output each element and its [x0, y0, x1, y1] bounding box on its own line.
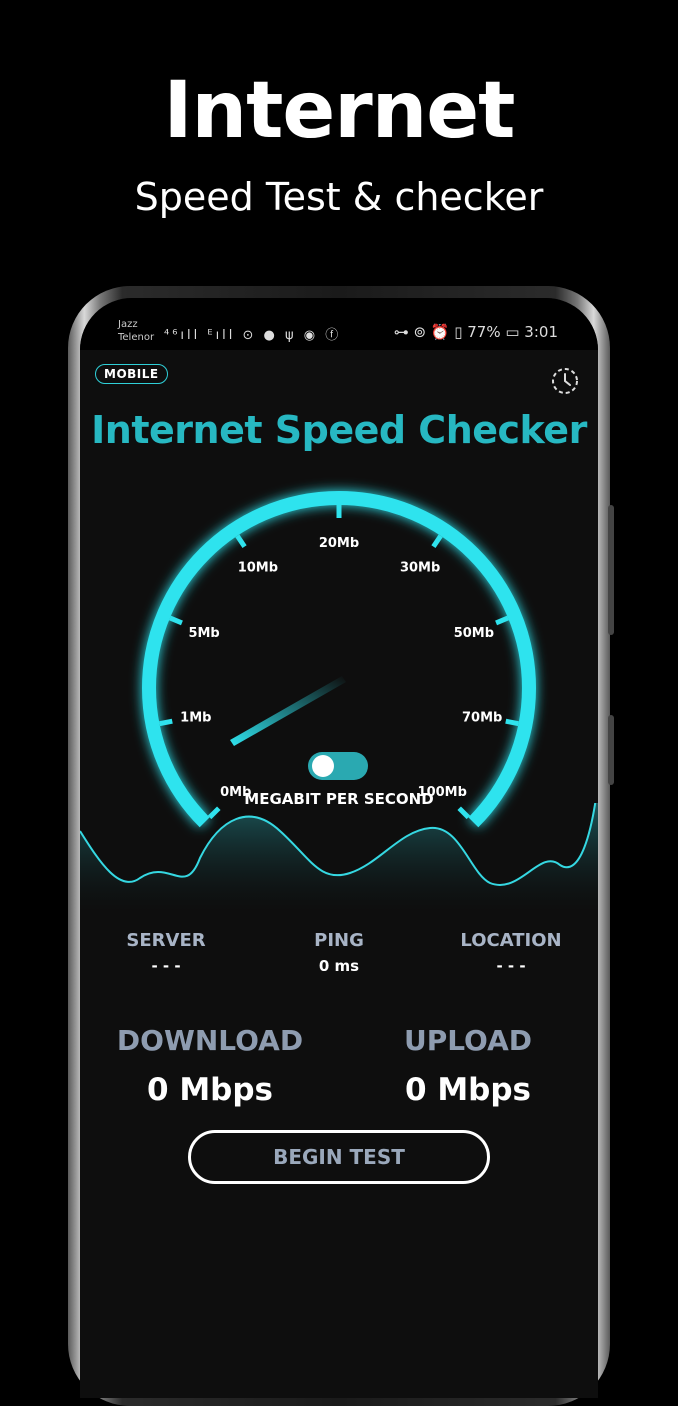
- gauge-tick: [168, 615, 183, 626]
- status-bar: Jazz Telenor ⁴⁶ıll ᴱıll ⊙ ● ψ ◉ ⓕ ⊶ ⊚ ⏰ …: [80, 298, 598, 350]
- upload-label: UPLOAD: [403, 1024, 533, 1057]
- begin-test-button[interactable]: BEGIN TEST: [188, 1130, 490, 1184]
- upload-value: 0 Mbps: [404, 1072, 532, 1108]
- history-clock-icon[interactable]: [550, 366, 580, 396]
- server-label: SERVER: [126, 930, 206, 951]
- status-icons-right: ⊶ ⊚ ⏰ ▯ 77% ▭ 3:01: [393, 323, 558, 341]
- gauge-tick: [431, 534, 443, 549]
- app-title: Internet Speed Checker: [91, 408, 587, 452]
- app-screen: Jazz Telenor ⁴⁶ıll ᴱıll ⊙ ● ψ ◉ ⓕ ⊶ ⊚ ⏰ …: [80, 298, 598, 1398]
- carrier-names: Jazz Telenor: [118, 318, 154, 344]
- location-label: LOCATION: [460, 930, 562, 951]
- network-type-badge[interactable]: MOBILE: [95, 364, 168, 384]
- toggle-knob[interactable]: [312, 755, 334, 777]
- gauge-tick: [505, 718, 519, 727]
- promo-subtitle: Speed Test & checker: [134, 175, 544, 219]
- gauge-label-50mb: 50Mb: [454, 626, 494, 641]
- speed-wave-graph: [80, 803, 598, 913]
- wave-line: [80, 803, 597, 886]
- carrier-2: Telenor: [118, 332, 155, 343]
- gauge-tick: [159, 718, 173, 727]
- gauge-tick: [235, 534, 247, 549]
- unit-toggle[interactable]: [308, 752, 368, 780]
- download-value: 0 Mbps: [146, 1072, 274, 1108]
- gauge-label-70mb: 70Mb: [462, 710, 502, 725]
- gauge-needle: [230, 676, 346, 746]
- wave-fill: [80, 803, 598, 913]
- gauge-label-30mb: 30Mb: [400, 561, 440, 576]
- gauge-label-5mb: 5Mb: [188, 626, 219, 641]
- server-value: - - -: [151, 957, 181, 975]
- location-value: - - -: [496, 957, 526, 975]
- gauge-tick: [495, 615, 510, 626]
- phone-side-button: [608, 505, 614, 635]
- carrier-1: Jazz: [118, 319, 138, 330]
- status-icons-left: ⁴⁶ıll ᴱıll ⊙ ● ψ ◉ ⓕ: [164, 328, 342, 343]
- ping-label: PING: [314, 930, 364, 951]
- gauge-label-1mb: 1Mb: [180, 710, 211, 725]
- server-info: SERVER - - -: [81, 930, 251, 975]
- gauge-label-10mb: 10Mb: [238, 561, 278, 576]
- location-info: LOCATION - - -: [426, 930, 596, 975]
- download-label: DOWNLOAD: [116, 1024, 304, 1057]
- ping-value: 0 ms: [318, 957, 360, 975]
- phone-side-button: [608, 715, 614, 785]
- promo-title: Internet: [163, 66, 516, 156]
- ping-info: PING 0 ms: [254, 930, 424, 975]
- gauge-label-20mb: 20Mb: [319, 536, 359, 551]
